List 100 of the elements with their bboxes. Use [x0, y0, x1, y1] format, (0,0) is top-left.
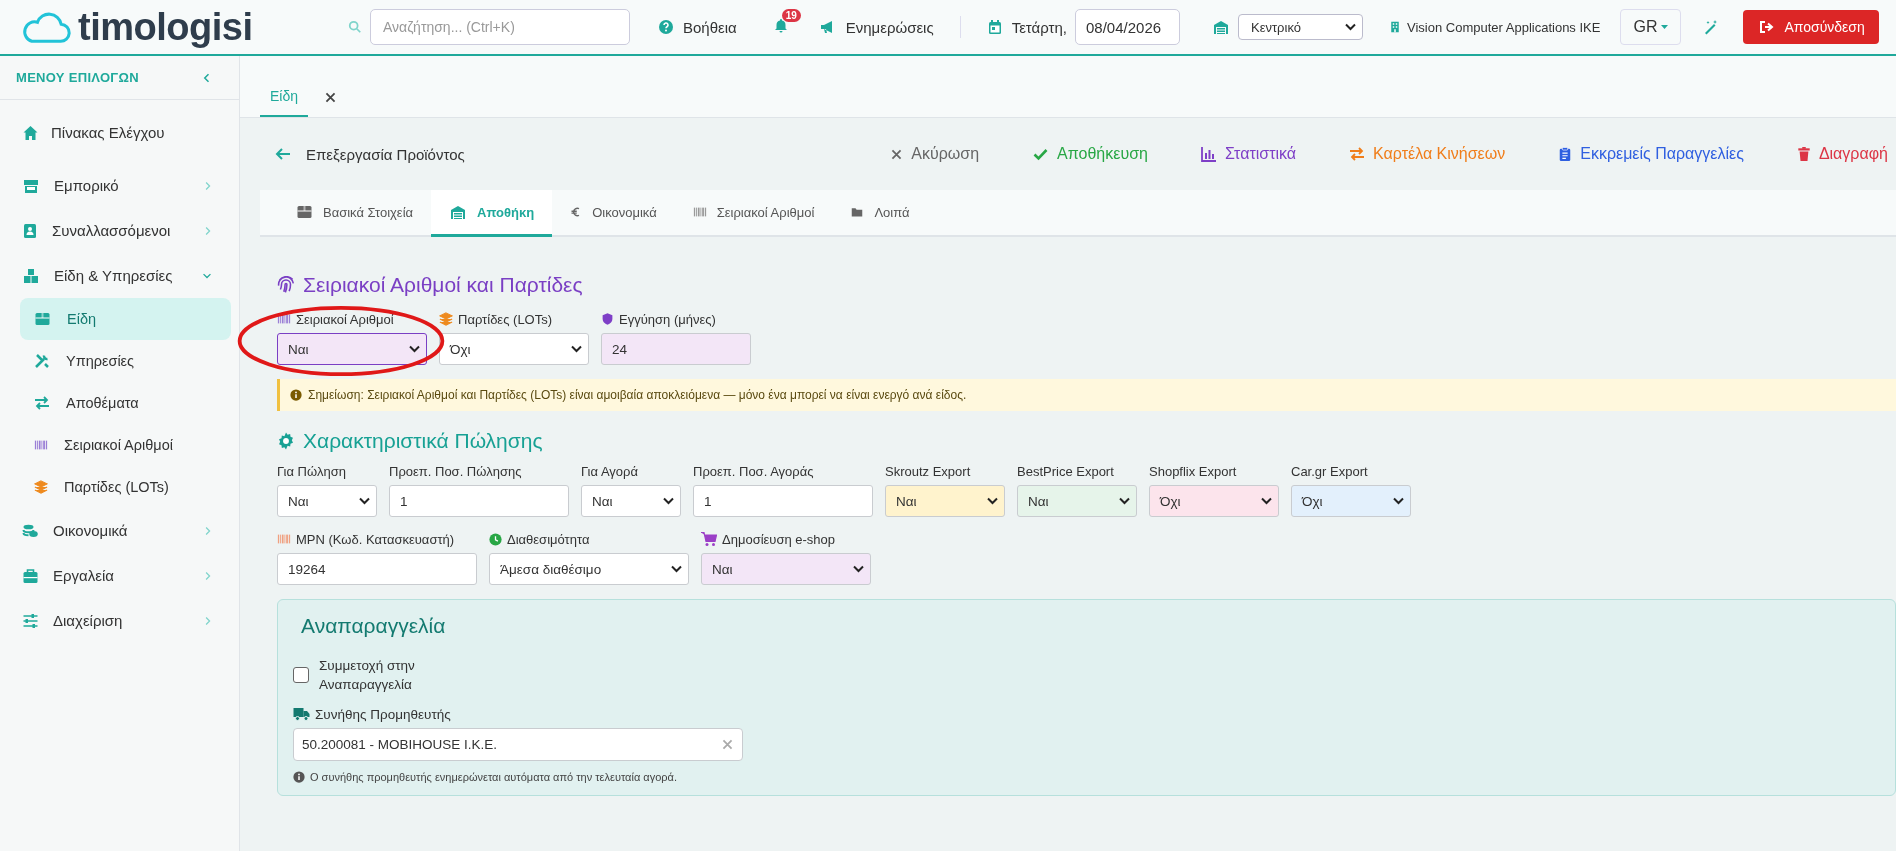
swap-arrows-icon: [34, 395, 50, 411]
field-label: Δημοσίευση e-shop: [722, 531, 836, 547]
dropdown[interactable]: Ναι: [701, 553, 871, 585]
info-icon: [293, 771, 305, 783]
branch-dropdown[interactable]: Κεντρικό: [1238, 14, 1363, 40]
card-title: Αναπαραγγελία: [301, 614, 447, 638]
sidebar-item[interactable]: Εργαλεία: [0, 553, 239, 598]
field-label: Σειριακοί Αριθμοί: [296, 311, 394, 327]
dropdown[interactable]: Όχι: [1149, 485, 1279, 517]
shield-icon: [601, 312, 614, 326]
dropdown[interactable]: Όχι: [1291, 485, 1411, 517]
sliders-icon: [22, 612, 39, 629]
boxes-icon: [22, 267, 40, 284]
barcode-icon: [277, 532, 291, 546]
coins-icon: [22, 522, 39, 539]
sidebar-subitem[interactable]: Υπηρεσίες: [20, 340, 231, 382]
dropdown-caret-icon: [359, 497, 370, 505]
hint-text: Ο συνήθης προμηθευτής ενημερώνεται αυτόματα από την τελευταία αγορά.: [310, 771, 677, 783]
tab[interactable]: Λοιπά: [832, 190, 928, 237]
logo-text: timologisi: [78, 5, 253, 49]
clipboard-icon: [1558, 146, 1573, 162]
field-label: Για Πώληση: [277, 463, 346, 479]
checkbox[interactable]: [293, 667, 309, 683]
input-field[interactable]: 24: [601, 333, 751, 365]
truck-icon: [293, 706, 310, 722]
dropdown[interactable]: Ναι: [277, 485, 377, 517]
field-label: Διαθεσιμότητα: [507, 531, 590, 547]
dropdown[interactable]: Ναι: [885, 485, 1005, 517]
field-label: Car.gr Export: [1291, 463, 1368, 479]
input-field[interactable]: 1: [693, 485, 873, 517]
sidebar-item[interactable]: Διαχείριση: [0, 598, 239, 643]
notification-badge: 19: [781, 9, 801, 22]
dropdown[interactable]: Όχι: [439, 333, 589, 365]
dropdown-caret-icon: [1345, 23, 1356, 31]
close-icon: [721, 738, 734, 751]
dropdown-caret-icon: [1261, 497, 1272, 505]
box-icon: [34, 311, 51, 327]
trash-icon: [1796, 146, 1811, 162]
input-field[interactable]: 19264: [277, 553, 477, 585]
supplier-field[interactable]: 50.200081 - MOBIHOUSE I.K.E.: [293, 728, 743, 761]
help-icon: [658, 19, 674, 35]
barcode-icon: [34, 438, 48, 452]
close-icon: [324, 90, 338, 104]
tab[interactable]: Σειριακοί Αριθμοί: [674, 190, 833, 237]
sidebar-subitem[interactable]: Παρτίδες (LOTs): [20, 466, 231, 508]
dropdown-caret-icon: [1119, 497, 1130, 505]
sidebar-title: ΜΕΝΟΥ ΕΠΙΛΟΓΩΝ: [16, 70, 139, 85]
layers-icon: [34, 480, 48, 494]
stats-button[interactable]: Στατιστικά: [1200, 145, 1297, 163]
search-field[interactable]: Αναζήτηση... (Ctrl+K): [370, 9, 630, 45]
input-field[interactable]: 1: [389, 485, 569, 517]
dropdown-caret-icon: [853, 565, 864, 573]
dropdown[interactable]: Ναι: [1017, 485, 1137, 517]
warehouse-icon: [1212, 19, 1230, 35]
dropdown[interactable]: Ναι: [581, 485, 681, 517]
sidebar-item[interactable]: Είδη & Υπηρεσίες: [0, 253, 239, 298]
language-button[interactable]: GR: [1620, 9, 1682, 45]
cancel-button[interactable]: Ακύρωση: [890, 145, 980, 163]
fingerprint-icon: [277, 276, 295, 294]
orders-button[interactable]: Εκκρεμείς Παραγγελίες: [1558, 145, 1744, 163]
logout-button[interactable]: Αποσύνδεση: [1743, 10, 1879, 44]
tab[interactable]: Βασικά Στοιχεία: [278, 190, 432, 237]
field-label: Συνήθης Προμηθευτής: [315, 706, 451, 722]
close-icon: [890, 147, 904, 161]
date-field[interactable]: 08/04/2026: [1075, 9, 1180, 45]
dropdown-caret-icon: [571, 345, 582, 353]
tools-icon: [34, 353, 50, 369]
dropdown[interactable]: Ναι: [277, 333, 427, 365]
page-title: Επεξεργασία Προϊόντος: [306, 145, 466, 163]
section-title: Σειριακοί Αριθμοί και Παρτίδες: [303, 273, 583, 297]
sidebar-item[interactable]: Πίνακας Ελέγχου: [0, 110, 239, 155]
swap-arrows-icon: [1349, 146, 1366, 162]
tab[interactable]: Οικονομικά: [552, 190, 675, 237]
barcode-icon: [277, 312, 291, 326]
dropdown-caret-icon: [663, 497, 674, 505]
dropdown[interactable]: Άμεσα διαθέσιμο: [489, 553, 689, 585]
barcode-icon: [692, 205, 707, 219]
clock-icon: [489, 532, 502, 546]
delete-button[interactable]: Διαγραφή: [1796, 145, 1888, 163]
help-link[interactable]: Βοήθεια: [658, 18, 737, 36]
sidebar-item[interactable]: Συναλλασσόμενοι: [0, 208, 239, 253]
updates-link[interactable]: Ενημερώσεις: [818, 18, 934, 36]
search-icon: [348, 20, 362, 34]
calendar-icon: [986, 19, 1003, 35]
field-label: Προεπ. Ποσ. Πώλησης: [389, 463, 522, 479]
sidebar-subitem[interactable]: Αποθέματα: [20, 382, 231, 424]
sidebar-subitem[interactable]: Σειριακοί Αριθμοί: [20, 424, 231, 466]
caret-icon: [1661, 25, 1669, 29]
dropdown-caret-icon: [1393, 497, 1404, 505]
checkbox-label: Συμμετοχή στην Αναπαραγγελία: [319, 657, 416, 694]
store-icon: [22, 177, 40, 194]
logout-icon: [1759, 19, 1776, 35]
field-label: Εγγύηση (μήνες): [619, 311, 716, 327]
building-icon: [1389, 19, 1401, 35]
dropdown-caret-icon: [409, 345, 420, 353]
gear-icon: [277, 432, 295, 450]
sidebar-subitem[interactable]: Είδη: [20, 298, 231, 340]
dropdown-caret-icon: [987, 497, 998, 505]
sidebar-item[interactable]: Οικονομικά: [0, 508, 239, 553]
sidebar-item[interactable]: Εμπορικό: [0, 163, 239, 208]
